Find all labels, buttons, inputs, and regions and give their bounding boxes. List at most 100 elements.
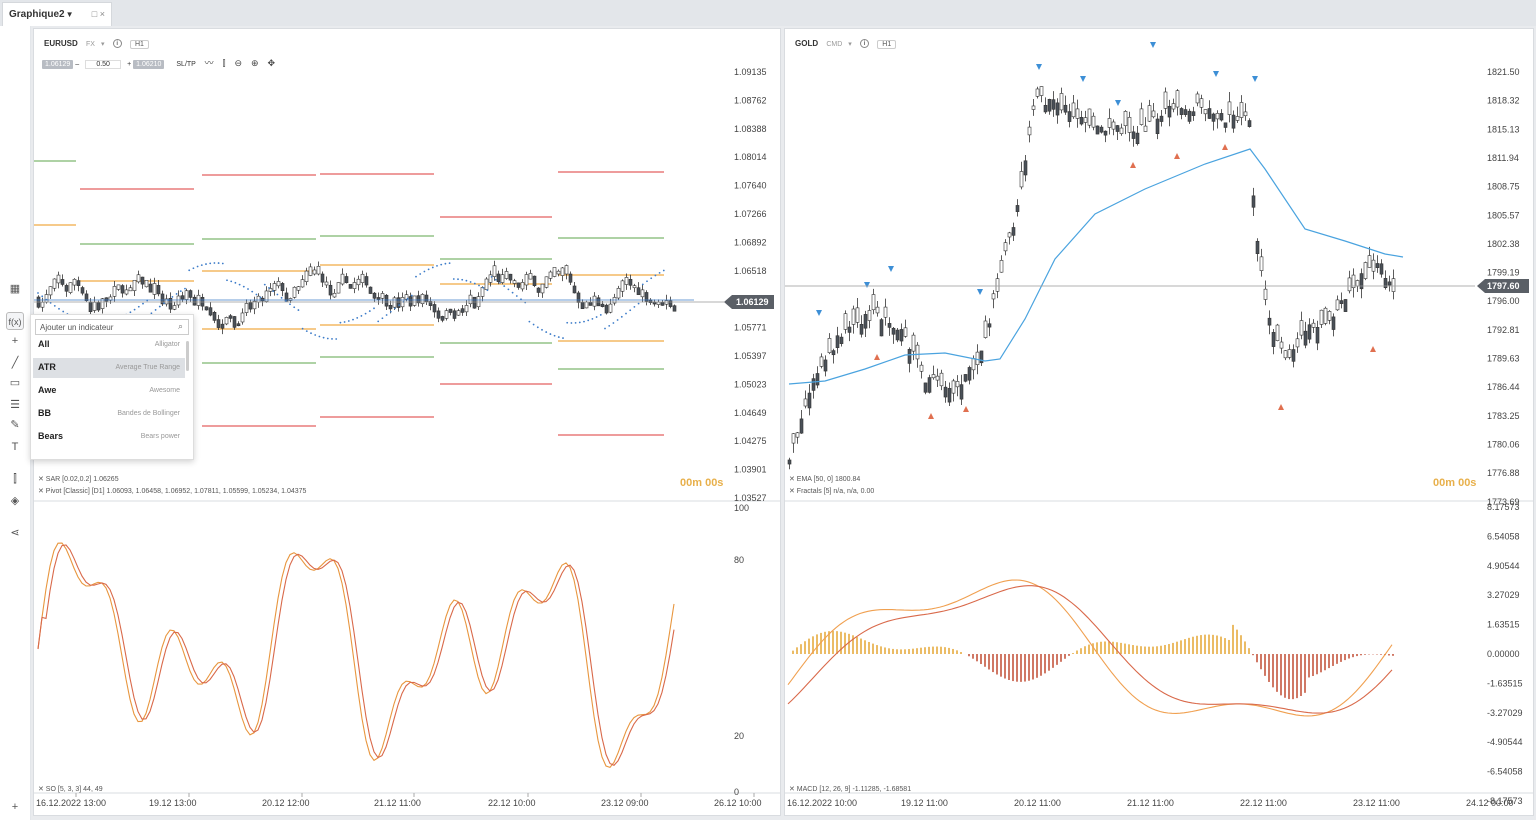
so-legend[interactable]: ✕ SO [5, 3, 3] 44, 49 (38, 785, 103, 793)
market-type[interactable]: CMD (826, 41, 842, 48)
text-tool-icon[interactable]: T (6, 438, 24, 456)
candles-icon[interactable]: ⫿ (223, 58, 226, 68)
candle-body (1115, 125, 1120, 132)
gold-chart-pane[interactable]: 1821.50 1818.32 1815.13 1811.94 1808.75 1805.… (784, 28, 1534, 816)
macd-histogram-bar (1088, 644, 1090, 654)
market-type[interactable]: FX (86, 41, 95, 48)
indicator-option-bears[interactable]: Bears Bears power (33, 427, 185, 447)
macd-histogram-bar (992, 654, 994, 673)
sar-dot (578, 321, 581, 324)
brush-icon[interactable]: ✎ (6, 416, 24, 434)
sar-legend[interactable]: ✕ SAR [0.02,0.2] 1.06265 (38, 475, 119, 483)
macd-histogram-bar (968, 654, 970, 657)
candle-body (520, 282, 525, 290)
candle-body (959, 384, 964, 400)
candle-body (624, 277, 629, 285)
sar-dot (343, 321, 346, 323)
candle-body (224, 317, 229, 325)
candle-body (312, 269, 317, 275)
sar-dot (389, 310, 392, 313)
macd-histogram-bar (1064, 654, 1066, 659)
sar-dot (528, 320, 531, 323)
price-axis-label: 1.08762 (734, 95, 767, 105)
candle-body (584, 301, 589, 309)
sar-dot (234, 281, 237, 284)
lot-plus-button[interactable]: + (127, 61, 131, 68)
timeframe-select[interactable]: H1 (877, 40, 897, 49)
lot-size-input[interactable]: 0.50 (85, 60, 122, 69)
info-icon[interactable]: i (112, 39, 122, 49)
layers-icon[interactable]: ◈ (6, 492, 24, 510)
time-axis-label: 23.12 11:00 (1353, 798, 1400, 808)
ema-legend[interactable]: ✕ EMA [50, 0] 1800.84 (789, 475, 860, 483)
macd-histogram-bar (1252, 654, 1254, 656)
candle-body (556, 270, 561, 275)
macd-histogram-bar (1256, 654, 1258, 663)
candle-body (212, 312, 217, 321)
candle-body (44, 294, 49, 303)
sar-dot (448, 262, 451, 265)
fib-icon[interactable]: ☰ (6, 396, 24, 414)
sar-dot (179, 290, 182, 293)
sell-price-button[interactable]: 1.06129 (42, 60, 74, 69)
fractal-down-marker (1278, 404, 1284, 410)
candle-body (811, 378, 816, 391)
candle-body (1175, 90, 1180, 108)
market-caret-icon[interactable]: ▾ (848, 41, 852, 48)
fractal-up-marker (1213, 71, 1219, 77)
add-chart-icon[interactable]: + (6, 798, 24, 816)
dropdown-scrollbar[interactable] (186, 341, 189, 371)
indicator-option-bb[interactable]: BB Bandes de Bollinger (33, 404, 185, 424)
line-draw-icon[interactable]: ╱ (6, 354, 24, 372)
rectangle-icon[interactable]: ▭ (6, 374, 24, 392)
candle-body (1167, 105, 1172, 118)
indicator-option-all[interactable]: All Alligator (33, 335, 185, 355)
fractals-legend[interactable]: ✕ Fractals [5] n/a, n/a, 0.00 (789, 487, 874, 495)
candle-body (408, 296, 413, 307)
search-icon[interactable]: ⌕ (178, 321, 183, 332)
candle-body (524, 274, 529, 286)
lot-minus-button[interactable]: – (75, 61, 79, 68)
fx-indicator-icon[interactable]: f(x) (6, 312, 24, 330)
symbol-name[interactable]: GOLD (795, 39, 818, 48)
buy-price-button[interactable]: 1.06210 (133, 60, 165, 69)
line-chart-icon[interactable]: 〰 (205, 58, 214, 68)
fractal-up-marker (816, 310, 822, 316)
timeframe-select[interactable]: H1 (129, 40, 149, 49)
indicator-option-awe[interactable]: Awe Awesome (33, 381, 185, 401)
chart-type-icon[interactable]: ⫿ (6, 470, 24, 488)
candle-body (308, 266, 313, 276)
zoom-in-icon[interactable]: ⊕ (251, 58, 259, 68)
crosshair-plus-icon[interactable]: + (6, 332, 24, 350)
indicator-option-atr[interactable]: ATR Average True Range (33, 358, 185, 378)
fractal-up-marker (1080, 76, 1086, 82)
macd-legend[interactable]: ✕ MACD [12, 26, 9] -1.11285, -1.68581 (789, 785, 911, 793)
candle-body (875, 306, 880, 314)
macd-histogram-bar (1144, 646, 1146, 654)
info-icon[interactable]: i (860, 39, 870, 49)
indicator-search-input[interactable]: Ajouter un indicateur (35, 319, 189, 335)
candle-body (1335, 299, 1340, 311)
macd-histogram-bar (816, 634, 818, 654)
tab-window-icons[interactable]: □ × (92, 9, 105, 19)
sar-dot (297, 309, 300, 311)
sar-dot (377, 320, 380, 323)
candle-body (1315, 327, 1320, 344)
sltp-button[interactable]: SL/TP (176, 61, 195, 68)
pivot-legend[interactable]: ✕ Pivot [Classic] [D1] 1.06093, 1.06458,… (38, 487, 306, 495)
chart-tab[interactable]: Graphique2▼ □ × (2, 2, 112, 26)
move-icon[interactable]: ✥ (267, 58, 275, 68)
time-axis-label: 20.12 12:00 (262, 798, 310, 808)
symbol-name[interactable]: EURUSD (44, 39, 78, 48)
gold-chart-canvas[interactable]: 1821.50 1818.32 1815.13 1811.94 1808.75 1805.… (785, 29, 1534, 816)
macd-histogram-bar (1312, 654, 1314, 676)
zoom-out-icon[interactable]: ⊖ (234, 58, 242, 68)
fractal-up-marker (1115, 100, 1121, 106)
tab-caret-icon[interactable]: ▼ (66, 10, 74, 19)
candle-body (839, 336, 844, 344)
macd-histogram-bar (800, 644, 802, 654)
layout-grid-icon[interactable]: ▦ (6, 280, 24, 298)
market-caret-icon[interactable]: ▾ (101, 41, 105, 48)
macd-histogram-bar (1160, 645, 1162, 654)
share-icon[interactable]: ⋖ (6, 524, 24, 542)
